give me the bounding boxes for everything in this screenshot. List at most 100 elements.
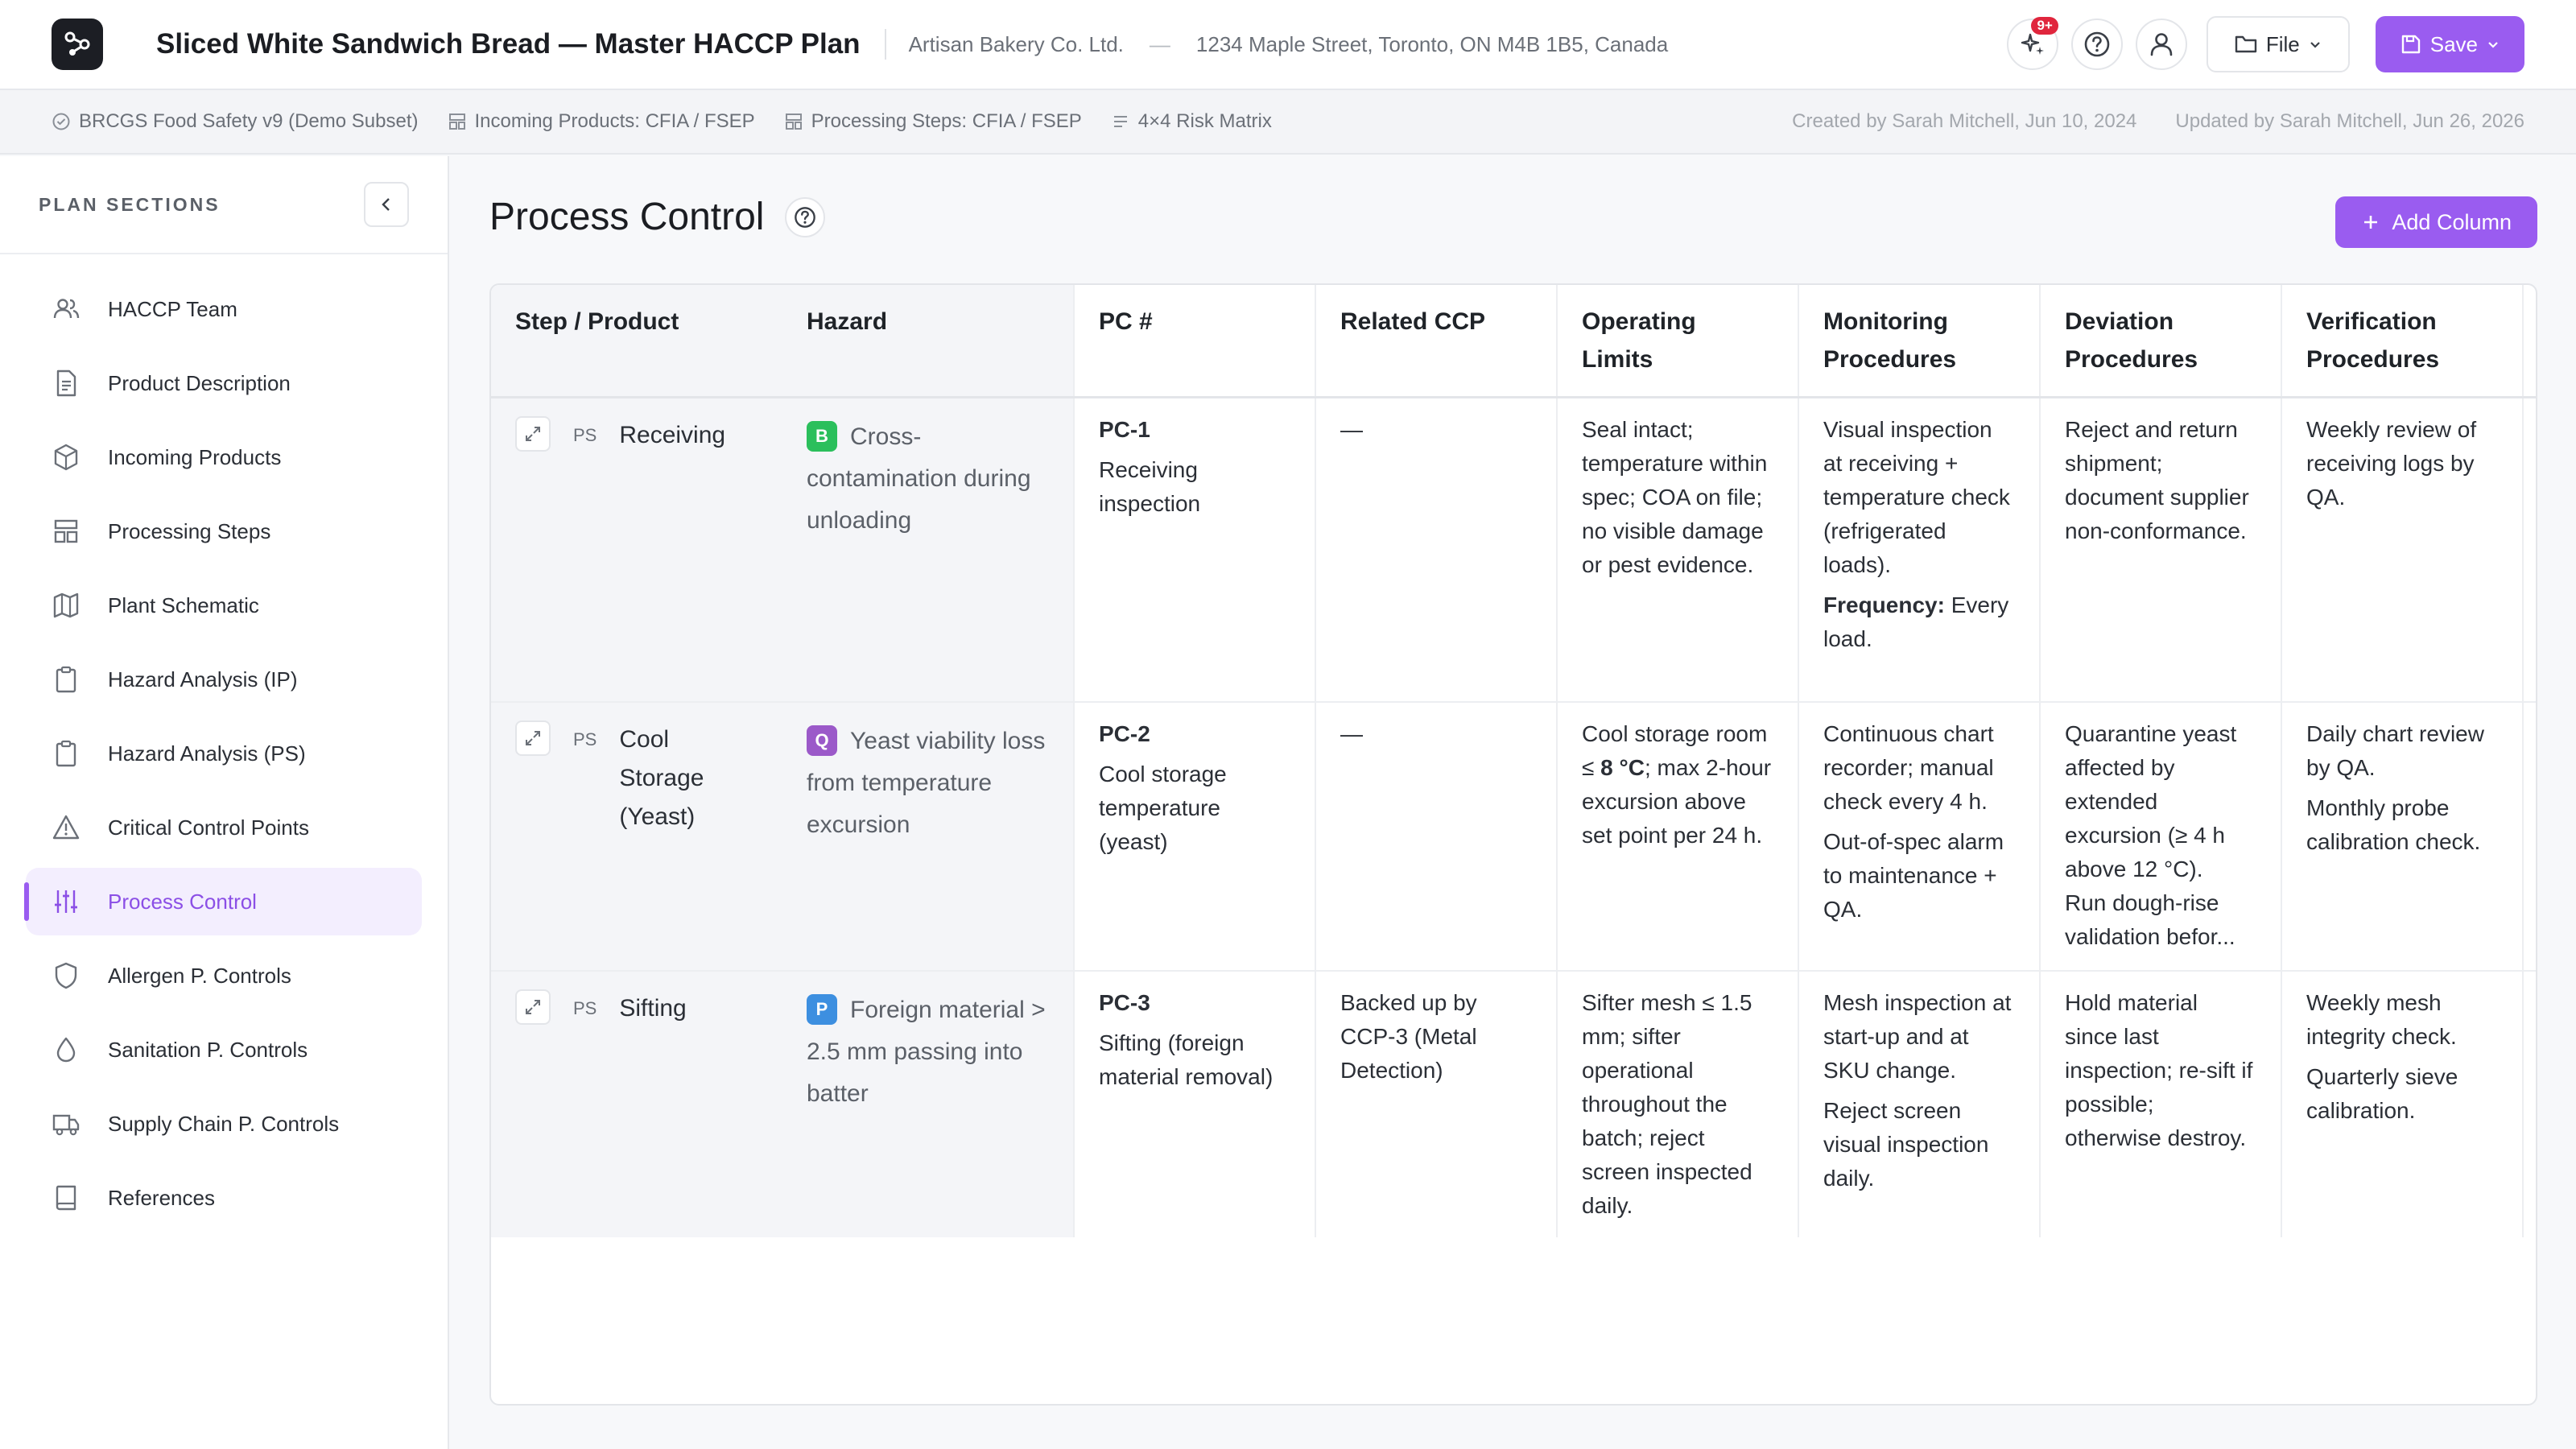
expand-row-button[interactable]: [515, 416, 551, 452]
verification-cell[interactable]: Weekly review of receiving logs by QA.: [2281, 397, 2524, 703]
sidebar-item-sanitation-controls[interactable]: Sanitation P. Controls: [26, 1016, 422, 1084]
sidebar-item-hazard-analysis-ps[interactable]: Hazard Analysis (PS): [26, 720, 422, 787]
operating-limits-cell[interactable]: Seal intact; temperature within spec; CO…: [1557, 397, 1799, 703]
step-cell: PS Cool Storage (Yeast): [491, 701, 782, 972]
pc-name: Receiving inspection: [1099, 457, 1201, 516]
column-header-verification[interactable]: Verification Procedures: [2281, 285, 2524, 398]
sidebar-item-label: HACCP Team: [108, 296, 237, 321]
sidebar-item-references[interactable]: References: [26, 1164, 422, 1232]
sidebar-item-label: Sanitation P. Controls: [108, 1037, 308, 1062]
sidebar-item-label: Processing Steps: [108, 518, 271, 543]
sidebar-item-label: Incoming Products: [108, 444, 282, 469]
deviation-cell[interactable]: Quarantine yeast affected by extended ex…: [2040, 701, 2282, 972]
operating-limits-text: Seal intact; temperature within spec; CO…: [1582, 417, 1768, 577]
monitoring-cell[interactable]: Continuous chart recorder; manual check …: [1798, 701, 2041, 972]
deviation-text: Hold material since last inspection; re-…: [2065, 989, 2253, 1150]
sidebar-item-processing-steps[interactable]: Processing Steps: [26, 497, 422, 565]
step-cell: PS Sifting: [491, 970, 782, 1237]
help-icon: [795, 206, 816, 228]
add-column-button[interactable]: Add Column: [2335, 196, 2537, 248]
save-button[interactable]: Save: [2375, 16, 2524, 72]
verification-text: Monthly probe calibration check.: [2306, 795, 2481, 854]
processing-info[interactable]: Processing Steps: CFIA / FSEP: [784, 110, 1082, 133]
monitoring-text: Continuous chart recorder; manual check …: [1823, 720, 1994, 814]
lines-icon: [1113, 116, 1127, 127]
sidebar-item-supply-chain-controls[interactable]: Supply Chain P. Controls: [26, 1090, 422, 1158]
column-header-hazard[interactable]: Hazard: [782, 285, 1075, 398]
standard-info[interactable]: BRCGS Food Safety v9 (Demo Subset): [52, 110, 419, 133]
verification-cell[interactable]: Weekly mesh integrity check. Quarterly s…: [2281, 970, 2524, 1237]
expand-row-button[interactable]: [515, 989, 551, 1025]
sparkle-icon: [2021, 33, 2044, 55]
related-ccp-cell[interactable]: —: [1315, 397, 1558, 703]
clipboard-icon: [56, 666, 76, 693]
sidebar-item-product-description[interactable]: Product Description: [26, 349, 422, 417]
collapse-sidebar-button[interactable]: [364, 182, 409, 227]
app-logo[interactable]: [52, 19, 103, 70]
step-cell: PS Receiving: [491, 397, 782, 703]
expand-row-button[interactable]: [515, 720, 551, 756]
team-icon: [53, 299, 80, 319]
user-account-button[interactable]: [2135, 19, 2187, 70]
sidebar-item-label: Plant Schematic: [108, 592, 259, 617]
deviation-cell[interactable]: Hold material since last inspection; re-…: [2040, 970, 2282, 1237]
step-name: Sifting: [619, 994, 687, 1022]
matrix-info[interactable]: 4×4 Risk Matrix: [1111, 110, 1272, 133]
verification-text: Weekly review of receiving logs by QA.: [2306, 417, 2477, 510]
warning-icon: [52, 815, 80, 840]
sidebar-item-incoming-products[interactable]: Incoming Products: [26, 423, 422, 491]
related-ccp-text: Backed up by CCP-3 (Metal Detection): [1340, 989, 1477, 1083]
incoming-label: Incoming Products: CFIA / FSEP: [474, 110, 755, 132]
pc-name: Cool storage temperature (yeast): [1099, 761, 1227, 854]
table-row[interactable]: PS Sifting P Foreign material > 2.5 mm pa…: [491, 970, 2536, 1237]
logo-icon: [64, 31, 90, 56]
column-header-monitoring[interactable]: Monitoring Procedures: [1798, 285, 2041, 398]
monitoring-cell[interactable]: Mesh inspection at start-up and at SKU c…: [1798, 970, 2041, 1237]
pc-number: PC-2: [1099, 720, 1150, 746]
sidebar-item-haccp-team[interactable]: HACCP Team: [26, 275, 422, 343]
column-header-deviation[interactable]: Deviation Procedures: [2040, 285, 2282, 398]
sidebar-item-allergen-controls[interactable]: Allergen P. Controls: [26, 942, 422, 1009]
pc-number-cell[interactable]: PC-1 Receiving inspection: [1074, 397, 1316, 703]
column-header-related-ccp[interactable]: Related CCP: [1315, 285, 1558, 398]
header-divider: [884, 29, 886, 60]
chevron-left-icon: [382, 198, 390, 211]
pc-number-cell[interactable]: PC-3 Sifting (foreign material removal): [1074, 970, 1316, 1237]
monitoring-text: Out-of-spec alarm to maintenance + QA.: [1823, 828, 2004, 922]
ai-assistant-button[interactable]: 9+: [2006, 17, 2058, 70]
spacer-cell: [2523, 397, 2536, 703]
verification-cell[interactable]: Daily chart review by QA. Monthly probe …: [2281, 701, 2524, 972]
sidebar-item-process-control[interactable]: Process Control: [24, 868, 422, 935]
step-type-label: PS: [573, 425, 597, 445]
column-header-pc-number[interactable]: PC #: [1074, 285, 1316, 398]
notification-badge: 9+: [2031, 17, 2058, 35]
table-row[interactable]: PS Cool Storage (Yeast) Q Yeast viability…: [491, 701, 2536, 972]
sidebar-item-hazard-analysis-ip[interactable]: Hazard Analysis (IP): [26, 646, 422, 713]
header-dash: —: [1149, 31, 1170, 56]
section-help-button[interactable]: [785, 196, 826, 237]
file-menu-label: File: [2265, 31, 2300, 56]
shield-icon: [55, 962, 77, 989]
file-menu-button[interactable]: File: [2206, 16, 2350, 72]
hazard-text: Foreign material > 2.5 mm passing into b…: [807, 996, 1046, 1107]
related-ccp-cell[interactable]: Backed up by CCP-3 (Metal Detection): [1315, 970, 1558, 1237]
sliders-icon: [55, 890, 77, 913]
sidebar-item-plant-schematic[interactable]: Plant Schematic: [26, 572, 422, 639]
sidebar-heading: PLAN SECTIONS: [39, 193, 221, 215]
table-row[interactable]: PS Receiving B Cross-contamination during…: [491, 397, 2536, 703]
help-button[interactable]: [2070, 19, 2123, 70]
sidebar-item-critical-control-points[interactable]: Critical Control Points: [26, 794, 422, 861]
monitoring-cell[interactable]: Visual inspection at receiving + tempera…: [1798, 397, 2041, 703]
sidebar-item-label: Process Control: [108, 889, 257, 914]
pc-number-cell[interactable]: PC-2 Cool storage temperature (yeast): [1074, 701, 1316, 972]
deviation-cell[interactable]: Reject and return shipment; document sup…: [2040, 397, 2282, 703]
operating-limits-cell[interactable]: Sifter mesh ≤ 1.5 mm; sifter operational…: [1557, 970, 1799, 1237]
plan-title: Sliced White Sandwich Bread — Master HAC…: [156, 28, 861, 60]
column-header-step[interactable]: Step / Product: [491, 285, 782, 398]
related-ccp-text: —: [1340, 417, 1363, 442]
monitoring-text: Mesh inspection at start-up and at SKU c…: [1823, 989, 2012, 1083]
related-ccp-cell[interactable]: —: [1315, 701, 1558, 972]
operating-limits-cell[interactable]: Cool storage room ≤ 8 °C; max 2-hour exc…: [1557, 701, 1799, 972]
column-header-operating-limits[interactable]: Operating Limits: [1557, 285, 1799, 398]
incoming-info[interactable]: Incoming Products: CFIA / FSEP: [448, 110, 755, 133]
